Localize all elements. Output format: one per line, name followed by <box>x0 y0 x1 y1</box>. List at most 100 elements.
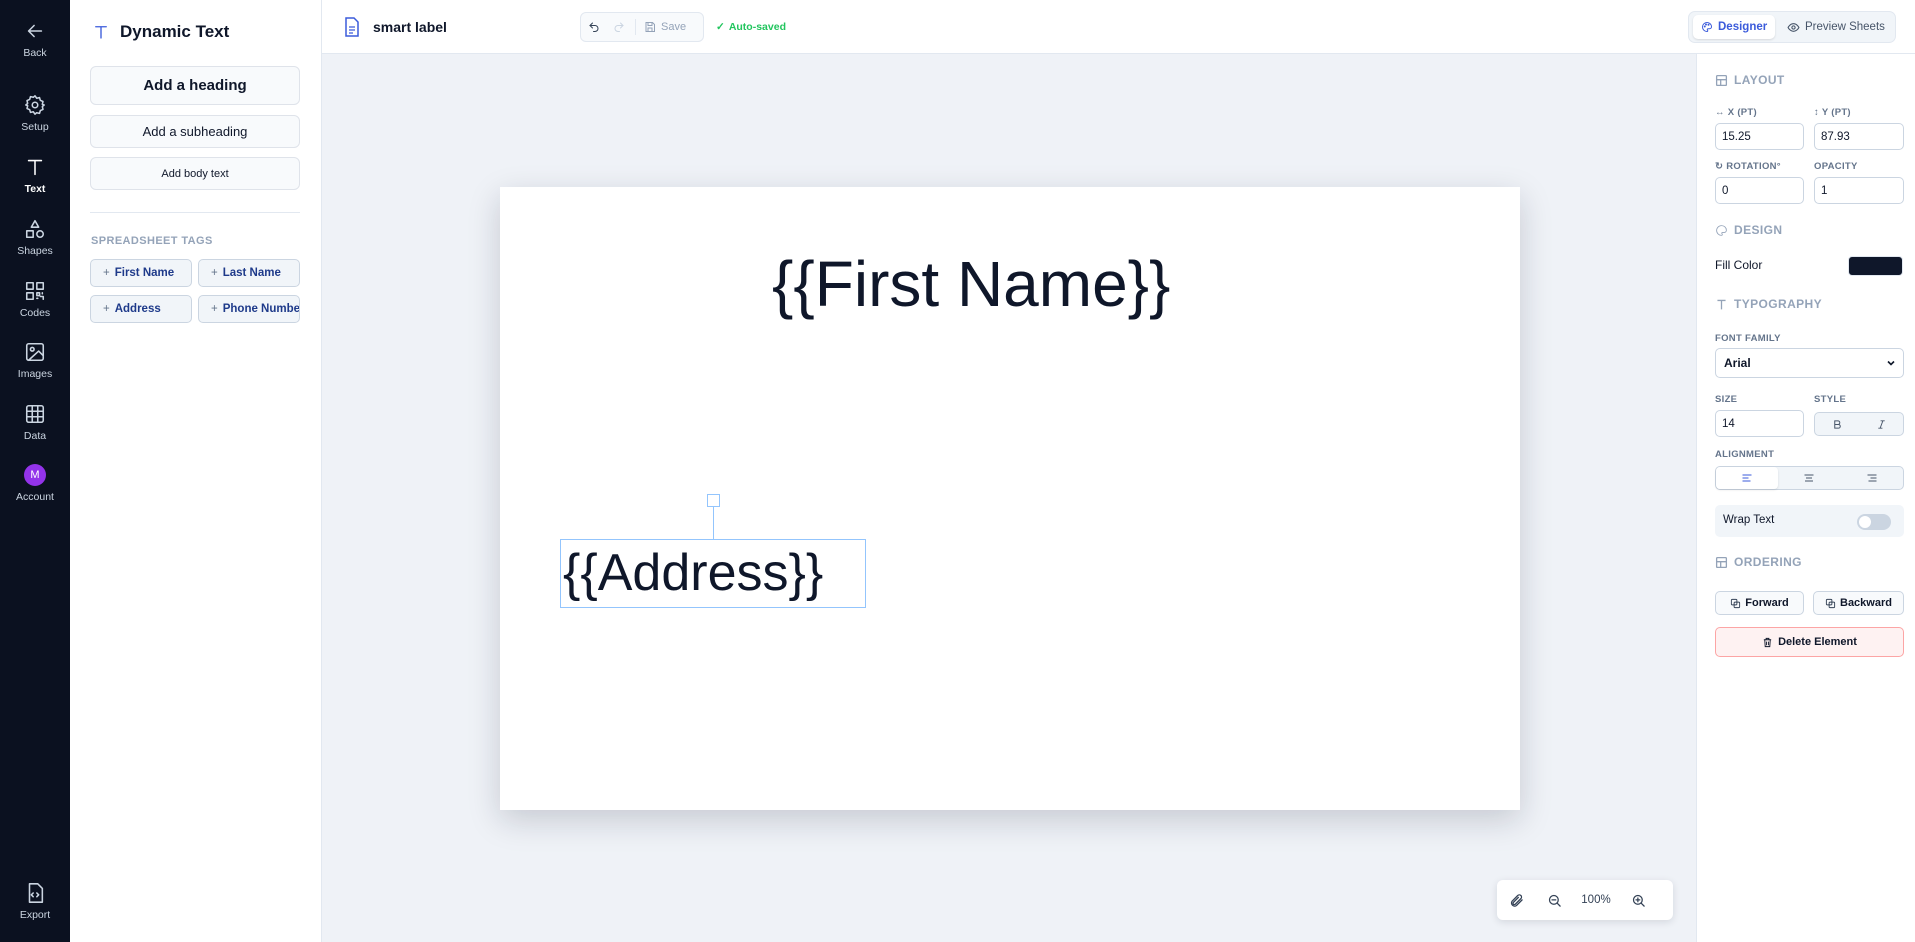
save-button[interactable]: Save <box>640 21 686 33</box>
plus-icon: + <box>211 303 218 315</box>
rail-codes-button[interactable]: Codes <box>0 280 70 319</box>
zoom-level: 100% <box>1581 894 1611 906</box>
rotation-label: ↻ ROTATION° <box>1715 161 1781 172</box>
align-left-button[interactable] <box>1716 467 1779 489</box>
design-section-header: DESIGN <box>1715 223 1782 237</box>
text-icon <box>27 159 43 176</box>
align-left-icon <box>1742 474 1752 482</box>
rail-images-button[interactable]: Images <box>0 341 70 380</box>
alignment-toggle <box>1715 466 1904 490</box>
preview-sheets-tab[interactable]: Preview Sheets <box>1779 15 1893 39</box>
undo-button[interactable] <box>581 12 606 42</box>
delete-element-button[interactable]: Delete Element <box>1715 627 1904 657</box>
ordering-header-text: ORDERING <box>1734 555 1802 569</box>
y-position-input[interactable] <box>1814 123 1904 150</box>
rotation-handle[interactable] <box>707 494 720 507</box>
qr-code-icon <box>25 281 45 301</box>
backward-label: Backward <box>1840 597 1892 609</box>
arrow-left-icon <box>27 24 43 38</box>
italic-button[interactable] <box>1859 413 1903 435</box>
rail-shapes-button[interactable]: Shapes <box>0 218 70 257</box>
chevron-down-icon <box>1887 360 1895 366</box>
rail-shapes-label: Shapes <box>17 245 53 257</box>
plus-icon: + <box>103 303 110 315</box>
opacity-input[interactable] <box>1814 177 1904 204</box>
designer-tab-label: Designer <box>1718 21 1768 33</box>
add-body-text-button[interactable]: Add body text <box>90 157 300 190</box>
designer-tab[interactable]: Designer <box>1693 15 1776 39</box>
rail-text-button[interactable]: Text <box>0 156 70 195</box>
rail-export-button[interactable]: Export <box>0 882 70 921</box>
zoom-out-button[interactable] <box>1535 880 1573 920</box>
left-rail: Back Setup Text Shapes Codes Images Data… <box>0 0 70 942</box>
style-label: STYLE <box>1814 394 1847 405</box>
undo-icon <box>588 22 598 32</box>
document-name[interactable]: smart label <box>373 19 447 35</box>
opacity-label: OPACITY <box>1814 161 1858 172</box>
rail-codes-label: Codes <box>19 307 51 319</box>
text-tool-panel: Dynamic Text Add a heading Add a subhead… <box>70 0 322 942</box>
align-center-icon <box>1804 474 1814 482</box>
rail-data-button[interactable]: Data <box>0 403 70 442</box>
font-family-label: FONT FAMILY <box>1715 333 1781 344</box>
rail-setup-button[interactable]: Setup <box>0 94 70 133</box>
font-family-value: Arial <box>1724 356 1751 370</box>
align-right-button[interactable] <box>1841 467 1903 489</box>
y-label: ↕ Y (PT) <box>1814 107 1851 118</box>
zoom-in-button[interactable] <box>1619 880 1657 920</box>
rail-data-label: Data <box>23 430 47 442</box>
add-heading-button[interactable]: Add a heading <box>90 66 300 105</box>
redo-button[interactable] <box>606 12 631 42</box>
properties-inspector: LAYOUT ↔ X (PT) ↕ Y (PT) ↻ ROTATION° OPA… <box>1696 54 1915 942</box>
tag-first-name-button[interactable]: + First Name <box>90 259 192 287</box>
tag-phone-number-button[interactable]: + Phone Number <box>198 295 300 323</box>
toolbar-separator <box>635 19 636 35</box>
send-backward-button[interactable]: Backward <box>1813 591 1904 615</box>
plus-icon: + <box>211 267 218 279</box>
canvas-workspace[interactable]: {{First Name}} {{Address}} 100% <box>322 54 1696 942</box>
floppy-icon <box>645 22 655 32</box>
rail-back-button[interactable]: Back <box>0 20 70 59</box>
x-label-text: X (PT) <box>1727 107 1757 118</box>
rail-setup-label: Setup <box>21 121 49 133</box>
text-icon <box>95 26 107 39</box>
fill-color-swatch[interactable] <box>1848 256 1903 276</box>
font-family-select[interactable]: Arial <box>1715 348 1904 378</box>
code-file-icon <box>28 883 44 903</box>
panel-title-text: Dynamic Text <box>120 22 230 41</box>
table-icon <box>25 404 45 424</box>
rail-export-label: Export <box>19 909 51 921</box>
image-icon <box>25 342 45 362</box>
spreadsheet-tags-label: SPREADSHEET TAGS <box>91 235 213 247</box>
align-center-button[interactable] <box>1778 467 1840 489</box>
fill-color-label: Fill Color <box>1715 258 1763 272</box>
plus-icon: + <box>103 267 110 279</box>
layout-header-text: LAYOUT <box>1734 73 1785 87</box>
bring-forward-button[interactable]: Forward <box>1715 591 1804 615</box>
italic-icon <box>1877 419 1885 429</box>
add-subheading-button[interactable]: Add a subheading <box>90 115 300 148</box>
tag-address-button[interactable]: + Address <box>90 295 192 323</box>
tag-label: Last Name <box>222 267 281 279</box>
address-text-element[interactable]: {{Address}} <box>560 494 866 608</box>
x-position-input[interactable] <box>1715 123 1804 150</box>
redo-icon <box>614 22 624 32</box>
zoom-in-icon <box>1632 894 1645 907</box>
bold-icon <box>1833 419 1841 429</box>
snap-button[interactable] <box>1497 880 1535 920</box>
wrap-text-toggle[interactable] <box>1857 514 1891 530</box>
font-size-input[interactable] <box>1715 410 1804 437</box>
panel-title: Dynamic Text <box>92 22 229 42</box>
rotation-label-text: ROTATION° <box>1726 161 1781 172</box>
align-right-icon <box>1867 474 1877 482</box>
address-text-content: {{Address}} <box>563 544 824 602</box>
label-sheet[interactable]: {{First Name}} {{Address}} <box>500 187 1520 810</box>
first-name-text-element[interactable]: {{First Name}} <box>772 247 1170 321</box>
rail-account-button[interactable]: M Account <box>0 464 70 503</box>
tag-last-name-button[interactable]: + Last Name <box>198 259 300 287</box>
text-icon <box>1717 299 1726 309</box>
tag-label: First Name <box>114 267 175 279</box>
bold-button[interactable] <box>1815 413 1859 435</box>
rotation-input[interactable] <box>1715 177 1804 204</box>
bring-forward-icon <box>1731 598 1741 608</box>
